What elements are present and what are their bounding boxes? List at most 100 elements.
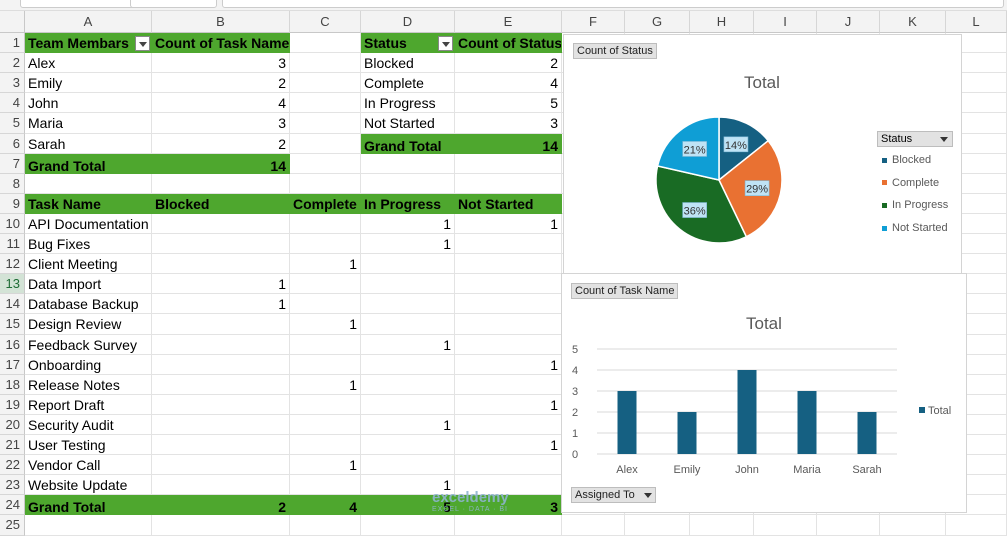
row-header[interactable]: 23 bbox=[0, 475, 25, 495]
column-header[interactable]: K bbox=[880, 11, 946, 33]
column-header[interactable]: L bbox=[946, 11, 1007, 33]
pie-legend-item[interactable]: Blocked bbox=[882, 154, 931, 166]
pivot3-value[interactable] bbox=[152, 214, 290, 234]
pivot1-member[interactable]: Emily bbox=[25, 73, 152, 93]
pivot3-value[interactable] bbox=[361, 395, 455, 415]
row-header[interactable]: 7 bbox=[0, 154, 25, 174]
row-header[interactable]: 17 bbox=[0, 355, 25, 375]
pivot3-task-name[interactable]: Data Import bbox=[25, 274, 152, 294]
bar-chart[interactable]: Count of Task Name Total 0 1 2 3 4 5 Alex Emily… bbox=[561, 273, 967, 513]
row-header[interactable]: 6 bbox=[0, 134, 25, 154]
pivot3-value[interactable] bbox=[152, 435, 290, 455]
pivot3-grand-total[interactable]: 2 bbox=[152, 495, 290, 515]
assigned-to-filter[interactable]: Assigned To bbox=[571, 487, 656, 503]
column-header[interactable]: G bbox=[625, 11, 690, 33]
row-header[interactable]: 13 bbox=[0, 274, 25, 294]
pivot3-value[interactable] bbox=[290, 395, 361, 415]
empty-cell[interactable] bbox=[817, 515, 880, 536]
row-header[interactable]: 10 bbox=[0, 214, 25, 234]
empty-cell[interactable] bbox=[290, 93, 361, 113]
row-header[interactable]: 11 bbox=[0, 234, 25, 254]
empty-cell[interactable] bbox=[754, 515, 817, 536]
pivot3-value[interactable] bbox=[152, 355, 290, 375]
pivot3-value[interactable]: 1 bbox=[455, 355, 562, 375]
select-all-corner[interactable] bbox=[0, 11, 25, 33]
row-header[interactable]: 24 bbox=[0, 495, 25, 515]
pivot1-header-team[interactable]: Team Membars bbox=[25, 33, 152, 53]
pivot3-value[interactable] bbox=[361, 455, 455, 475]
pivot3-value[interactable]: 1 bbox=[455, 214, 562, 234]
pivot3-value[interactable] bbox=[455, 274, 562, 294]
pivot2-count[interactable]: 4 bbox=[455, 73, 562, 93]
formula-input[interactable] bbox=[222, 0, 1004, 8]
pivot3-value[interactable] bbox=[455, 455, 562, 475]
pivot3-value[interactable]: 1 bbox=[152, 294, 290, 314]
empty-cell[interactable] bbox=[152, 515, 290, 536]
pivot3-value[interactable] bbox=[290, 274, 361, 294]
pivot3-value[interactable] bbox=[361, 355, 455, 375]
pivot3-value[interactable] bbox=[290, 234, 361, 254]
pivot3-value[interactable] bbox=[152, 254, 290, 274]
pivot3-grand-total[interactable]: 4 bbox=[290, 495, 361, 515]
pivot2-status[interactable]: In Progress bbox=[361, 93, 455, 113]
empty-cell[interactable] bbox=[290, 515, 361, 536]
row-header[interactable]: 22 bbox=[0, 455, 25, 475]
row-header[interactable]: 19 bbox=[0, 395, 25, 415]
pivot3-value[interactable] bbox=[152, 475, 290, 495]
pivot3-value[interactable]: 1 bbox=[290, 375, 361, 395]
pivot3-value[interactable] bbox=[152, 375, 290, 395]
pivot3-task-name[interactable]: Feedback Survey bbox=[25, 335, 152, 355]
pivot2-count[interactable]: 3 bbox=[455, 113, 562, 134]
pivot3-value[interactable]: 1 bbox=[361, 415, 455, 435]
pivot2-grand-total-value[interactable]: 14 bbox=[455, 134, 562, 154]
column-header[interactable]: J bbox=[817, 11, 880, 33]
pivot3-value[interactable] bbox=[290, 294, 361, 314]
column-header[interactable]: I bbox=[754, 11, 817, 33]
pie-legend-item[interactable]: Not Started bbox=[882, 222, 948, 234]
pivot3-task-name[interactable]: API Documentation bbox=[25, 214, 152, 234]
pivot3-task-name[interactable]: Website Update bbox=[25, 475, 152, 495]
row-header[interactable]: 1 bbox=[0, 33, 25, 53]
pivot3-value[interactable] bbox=[152, 335, 290, 355]
pivot3-value[interactable] bbox=[361, 274, 455, 294]
pie-chart[interactable]: Count of Status Total 14% 29% 36% 21% Statu… bbox=[563, 34, 962, 274]
row-header[interactable]: 4 bbox=[0, 93, 25, 113]
pivot3-task-name[interactable]: Vendor Call bbox=[25, 455, 152, 475]
pivot3-value[interactable] bbox=[361, 435, 455, 455]
empty-cell[interactable] bbox=[290, 53, 361, 73]
pivot3-value[interactable] bbox=[361, 294, 455, 314]
pivot3-value[interactable] bbox=[290, 415, 361, 435]
empty-cell[interactable] bbox=[690, 515, 754, 536]
empty-cell[interactable] bbox=[152, 174, 290, 194]
pivot3-task-name[interactable]: Report Draft bbox=[25, 395, 152, 415]
empty-cell[interactable] bbox=[25, 515, 152, 536]
pivot3-value[interactable] bbox=[455, 234, 562, 254]
pivot3-value[interactable] bbox=[152, 415, 290, 435]
pivot3-value[interactable] bbox=[361, 375, 455, 395]
column-header[interactable]: F bbox=[562, 11, 625, 33]
bar-emily[interactable] bbox=[677, 412, 697, 454]
empty-cell[interactable] bbox=[25, 174, 152, 194]
row-header[interactable]: 16 bbox=[0, 335, 25, 355]
empty-cell[interactable] bbox=[361, 174, 455, 194]
empty-cell[interactable] bbox=[455, 154, 562, 174]
pivot3-value[interactable] bbox=[455, 254, 562, 274]
column-header[interactable]: B bbox=[152, 11, 290, 33]
empty-cell[interactable] bbox=[290, 134, 361, 154]
pivot3-header[interactable]: Task Name bbox=[25, 194, 152, 214]
pivot3-value[interactable]: 1 bbox=[361, 234, 455, 254]
row-header[interactable]: 8 bbox=[0, 174, 25, 194]
empty-cell[interactable] bbox=[290, 33, 361, 53]
empty-cell[interactable] bbox=[455, 515, 562, 536]
pivot3-task-name[interactable]: Database Backup bbox=[25, 294, 152, 314]
pivot3-value[interactable] bbox=[290, 475, 361, 495]
pivot2-status[interactable]: Not Started bbox=[361, 113, 455, 134]
bar-maria[interactable] bbox=[797, 391, 817, 454]
pivot3-value[interactable]: 1 bbox=[290, 314, 361, 335]
row-header[interactable]: 14 bbox=[0, 294, 25, 314]
row-header[interactable]: 18 bbox=[0, 375, 25, 395]
pivot3-value[interactable] bbox=[455, 294, 562, 314]
empty-cell[interactable] bbox=[455, 174, 562, 194]
row-header[interactable]: 2 bbox=[0, 53, 25, 73]
empty-cell[interactable] bbox=[625, 515, 690, 536]
